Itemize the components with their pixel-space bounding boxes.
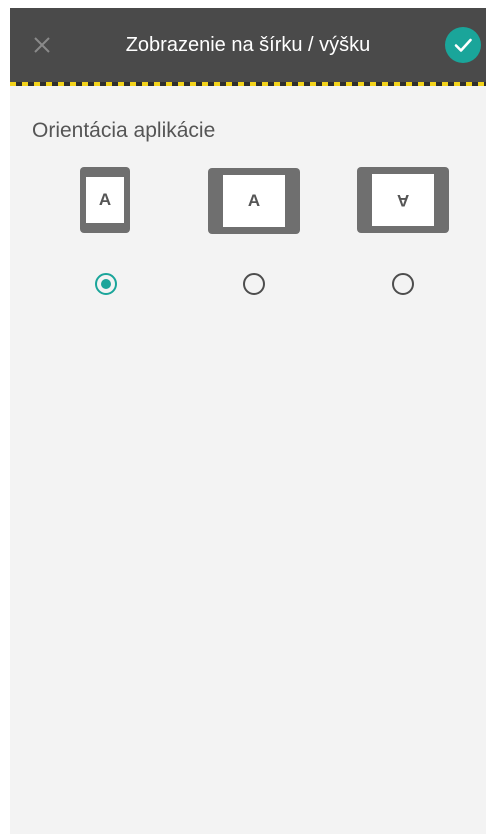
radio-selected-dot xyxy=(101,279,111,289)
section-label: Orientácia aplikácie xyxy=(32,119,216,142)
landscape-orientation-icon[interactable]: A xyxy=(208,168,300,234)
portrait-letter: A xyxy=(98,190,112,209)
close-icon xyxy=(34,37,50,53)
reverse-landscape-orientation-icon[interactable]: A xyxy=(357,167,449,233)
dialog-screen: Zobrazenie na šírku / výšku Orientácia a… xyxy=(10,8,486,834)
radio-reverse-landscape[interactable] xyxy=(392,273,414,295)
page-title: Zobrazenie na šírku / výšku xyxy=(125,34,371,56)
app-frame: Zobrazenie na šírku / výšku Orientácia a… xyxy=(0,0,486,834)
reverse-landscape-letter: A xyxy=(396,191,410,210)
check-icon xyxy=(454,38,472,52)
confirm-button[interactable] xyxy=(445,27,481,63)
top-app-bar: Zobrazenie na šírku / výšku xyxy=(10,8,486,82)
landscape-screen: A xyxy=(223,175,285,227)
radio-portrait[interactable] xyxy=(95,273,117,295)
hazard-stripe xyxy=(10,82,486,86)
portrait-screen: A xyxy=(86,177,124,223)
landscape-letter: A xyxy=(247,191,261,210)
reverse-landscape-screen: A xyxy=(372,174,434,226)
portrait-orientation-icon[interactable]: A xyxy=(80,167,130,233)
close-button[interactable] xyxy=(26,29,58,61)
radio-landscape[interactable] xyxy=(243,273,265,295)
